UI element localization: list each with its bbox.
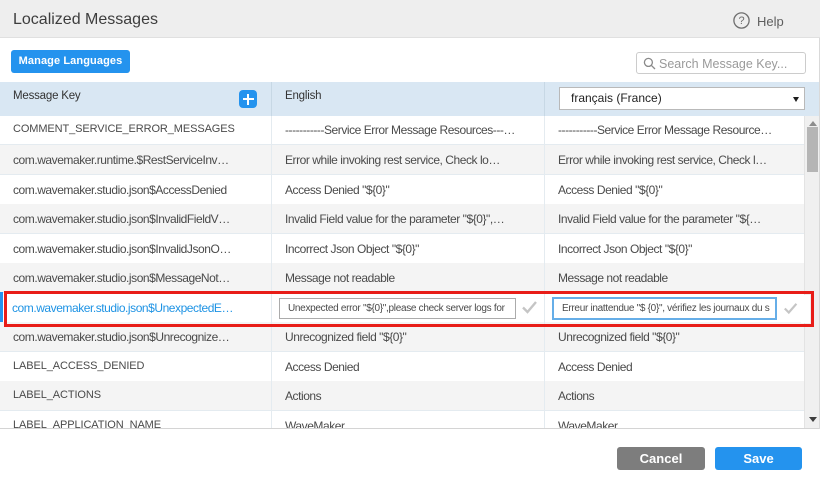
svg-text:?: ? xyxy=(738,15,744,27)
